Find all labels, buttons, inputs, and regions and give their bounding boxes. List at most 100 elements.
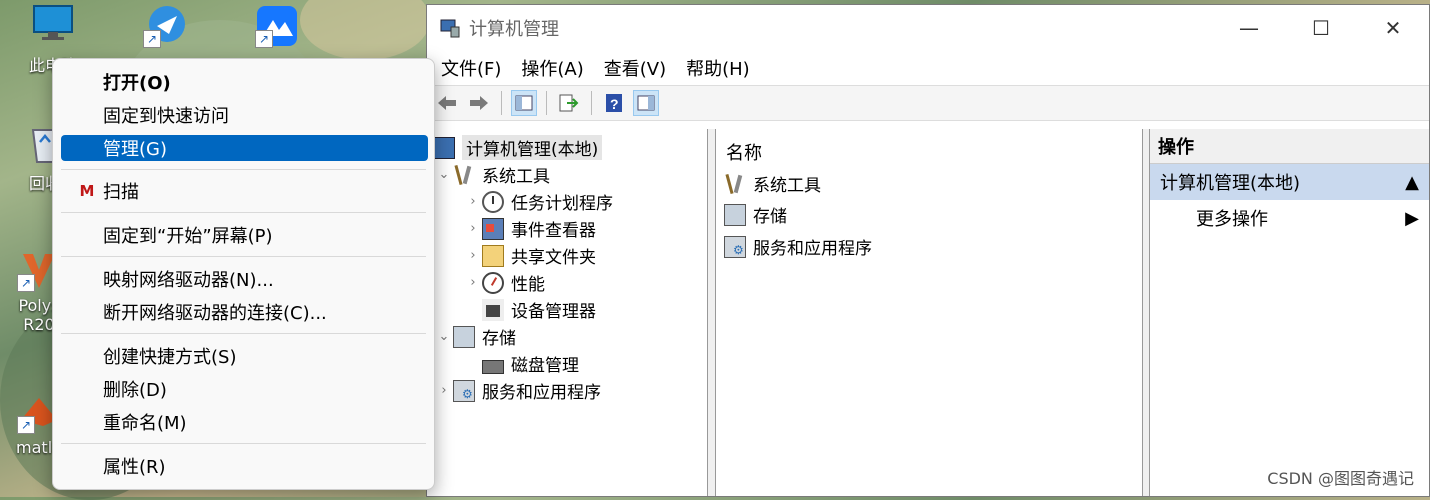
submenu-arrow-icon: ▶ — [1405, 207, 1419, 229]
menu-item-open[interactable]: 打开(O) — [61, 69, 428, 95]
app-shortcut-icon: ↗ — [143, 4, 187, 48]
forward-arrow-icon[interactable] — [466, 90, 492, 116]
tree-item-shared-folders[interactable]: › 共享文件夹 — [464, 242, 596, 269]
close-button[interactable]: ✕ — [1357, 5, 1429, 51]
help-icon[interactable]: ? — [601, 90, 627, 116]
app-shortcut-icon: ↗ — [255, 4, 299, 48]
chevron-right-icon[interactable]: › — [464, 194, 482, 209]
tree-item-services-apps[interactable]: › 服务和应用程序 — [435, 377, 601, 404]
chevron-right-icon[interactable]: › — [464, 221, 482, 236]
menu-item-map-drive[interactable]: 映射网络驱动器(N)... — [61, 266, 428, 292]
shortcut-arrow-icon: ↗ — [255, 30, 273, 48]
menu-item-create-shortcut[interactable]: 创建快捷方式(S) — [61, 343, 428, 369]
tools-icon — [453, 164, 475, 186]
tree-item-label: 性能 — [511, 275, 545, 295]
window-title: 计算机管理 — [469, 19, 559, 40]
tree-root[interactable]: 计算机管理(本地) — [433, 134, 603, 161]
menu-view[interactable]: 查看(V) — [596, 55, 674, 81]
tools-icon — [724, 173, 746, 195]
device-manager-icon — [482, 298, 504, 321]
toolbar-divider — [546, 91, 547, 115]
details-list: 名称 系统工具 存储 服务和应用程序 — [715, 129, 1143, 496]
actions-group[interactable]: 计算机管理(本地) ▲ — [1150, 164, 1429, 200]
actions-pane: 操作 计算机管理(本地) ▲ 更多操作 ▶ — [1149, 129, 1429, 496]
services-icon — [724, 235, 746, 258]
show-hide-action-pane-icon[interactable] — [633, 90, 659, 116]
minimize-icon: — — [1239, 16, 1259, 40]
menu-item-scan-label: 扫描 — [103, 182, 139, 203]
tree-item-label: 共享文件夹 — [511, 248, 596, 268]
mcafee-icon: M — [79, 182, 95, 200]
watermark: CSDN @图图奇遇记 — [1267, 469, 1414, 488]
menu-item-manage[interactable]: 管理(G) — [61, 135, 428, 161]
tree-item-label: 系统工具 — [482, 167, 550, 187]
collapse-up-icon[interactable]: ▲ — [1405, 172, 1419, 193]
list-item[interactable]: 存储 — [724, 201, 787, 228]
tree-item-event-viewer[interactable]: › 事件查看器 — [464, 215, 596, 242]
minimize-button[interactable]: — — [1213, 5, 1285, 51]
maximize-icon: ☐ — [1312, 16, 1330, 40]
menu-item-scan[interactable]: M 扫描 — [61, 178, 428, 204]
tree-item-label: 服务和应用程序 — [482, 383, 601, 403]
list-item[interactable]: 服务和应用程序 — [724, 233, 872, 260]
shared-folder-icon — [482, 244, 504, 267]
monitor-icon — [31, 4, 75, 48]
menu-item-delete[interactable]: 删除(D) — [61, 376, 428, 402]
menu-bar: 文件(F) 操作(A) 查看(V) 帮助(H) — [427, 51, 1429, 85]
desktop-icon-app-1[interactable]: ↗ — [120, 4, 210, 52]
chevron-down-icon[interactable]: ⌄ — [435, 167, 453, 182]
tree-item-storage[interactable]: ⌄ 存储 — [435, 323, 516, 350]
menu-divider — [61, 212, 426, 213]
menu-item-disconnect-drive[interactable]: 断开网络驱动器的连接(C)... — [61, 299, 428, 325]
desktop-icon-app-2[interactable]: ↗ — [232, 4, 322, 52]
clock-icon — [482, 190, 504, 213]
menu-item-properties[interactable]: 属性(R) — [61, 453, 428, 479]
chevron-right-icon[interactable]: › — [435, 383, 453, 398]
toolbar: ? — [427, 85, 1429, 121]
menu-file[interactable]: 文件(F) — [433, 55, 509, 81]
toolbar-divider — [591, 91, 592, 115]
storage-icon — [724, 203, 746, 226]
tree-item-task-scheduler[interactable]: › 任务计划程序 — [464, 188, 613, 215]
menu-item-rename[interactable]: 重命名(M) — [61, 409, 428, 435]
computer-management-icon — [440, 19, 460, 38]
tree-item-disk-management[interactable]: 磁盘管理 — [464, 350, 579, 377]
computer-management-icon — [433, 136, 455, 159]
menu-item-pin-start[interactable]: 固定到“开始”屏幕(P) — [61, 222, 428, 248]
svg-text:?: ? — [610, 96, 619, 112]
chevron-right-icon[interactable]: › — [464, 275, 482, 290]
menu-divider — [61, 333, 426, 334]
more-actions-item[interactable]: 更多操作 ▶ — [1150, 200, 1429, 236]
actions-header: 操作 — [1150, 129, 1429, 164]
list-item-label: 系统工具 — [753, 176, 821, 196]
list-item[interactable]: 系统工具 — [724, 170, 821, 197]
disk-icon — [482, 359, 504, 374]
maximize-button[interactable]: ☐ — [1285, 5, 1357, 51]
title-bar[interactable]: 计算机管理 — ☐ ✕ — [427, 5, 1429, 51]
menu-help[interactable]: 帮助(H) — [678, 55, 758, 81]
show-hide-tree-icon[interactable] — [511, 90, 537, 116]
menu-divider — [61, 256, 426, 257]
chevron-down-icon[interactable]: ⌄ — [435, 329, 453, 344]
menu-divider — [61, 169, 426, 170]
tree-item-performance[interactable]: › 性能 — [464, 269, 545, 296]
event-viewer-icon — [482, 217, 504, 240]
shortcut-arrow-icon: ↗ — [17, 274, 35, 292]
chevron-right-icon[interactable]: › — [464, 248, 482, 263]
tree-item-system-tools[interactable]: ⌄ 系统工具 — [435, 161, 550, 188]
actions-group-label: 计算机管理(本地) — [1160, 173, 1301, 194]
tree-item-device-manager[interactable]: 设备管理器 — [464, 296, 596, 323]
tree-item-label: 事件查看器 — [511, 221, 596, 241]
shortcut-arrow-icon: ↗ — [17, 416, 35, 434]
tree-item-label: 磁盘管理 — [511, 356, 579, 376]
export-list-icon[interactable] — [556, 90, 582, 116]
menu-divider — [61, 443, 426, 444]
more-actions-label: 更多操作 — [1196, 209, 1268, 230]
back-arrow-icon[interactable] — [434, 90, 460, 116]
menu-action[interactable]: 操作(A) — [513, 55, 591, 81]
list-item-label: 服务和应用程序 — [753, 239, 872, 259]
tree-item-label: 设备管理器 — [511, 302, 596, 322]
menu-item-pin-quick-access[interactable]: 固定到快速访问 — [61, 102, 428, 128]
list-item-label: 存储 — [753, 207, 787, 227]
column-header-name[interactable]: 名称 — [726, 139, 762, 165]
